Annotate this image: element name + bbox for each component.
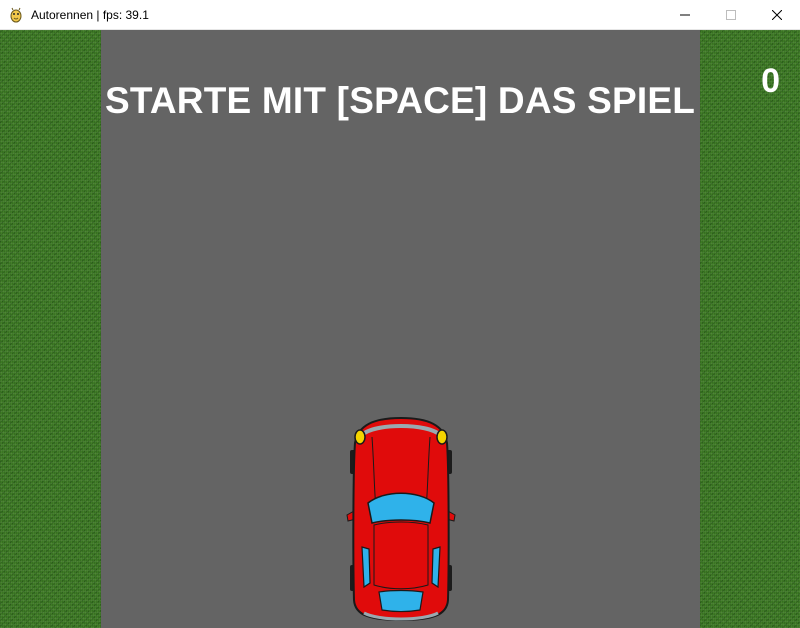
window-controls [662, 0, 800, 30]
maximize-button[interactable] [708, 0, 754, 30]
close-icon [772, 10, 782, 20]
title-bar[interactable]: Autorennen | fps: 39.1 [0, 0, 800, 30]
player-car [346, 416, 456, 622]
pygame-icon [8, 7, 24, 23]
window-title: Autorennen | fps: 39.1 [31, 7, 149, 22]
start-message: STARTE MIT [SPACE] DAS SPIEL [104, 80, 696, 121]
close-button[interactable] [754, 0, 800, 30]
score-counter: 0 [761, 62, 780, 100]
minimize-button[interactable] [662, 0, 708, 30]
game-window: Autorennen | fps: 39.1 STARTE MIT [SPACE… [0, 0, 800, 628]
maximize-icon [726, 10, 736, 20]
minimize-icon [680, 14, 690, 16]
game-canvas[interactable]: STARTE MIT [SPACE] DAS SPIEL 0 [0, 30, 800, 628]
